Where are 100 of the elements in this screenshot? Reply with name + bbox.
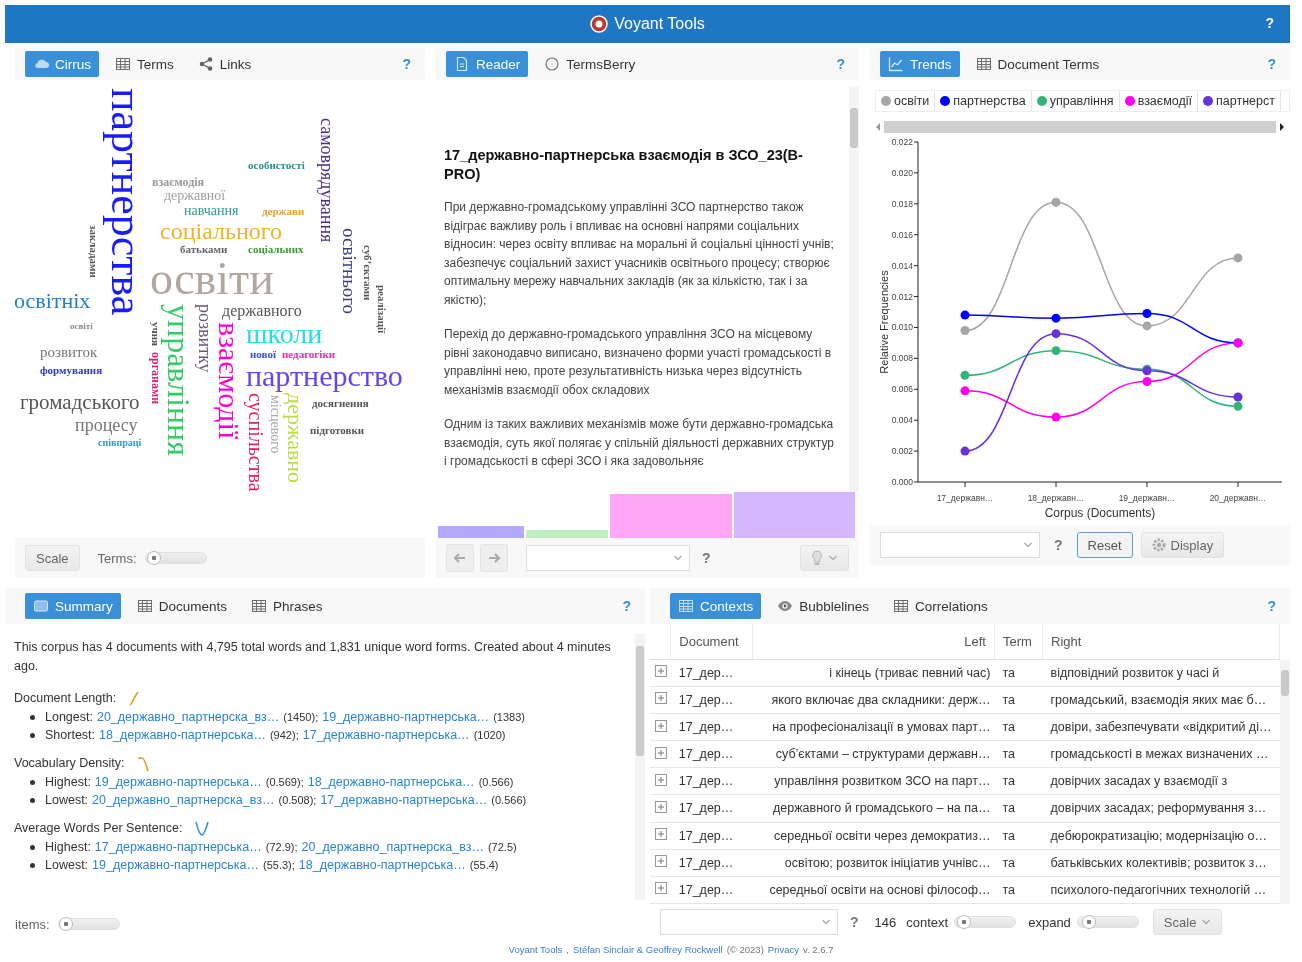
document-link[interactable]: 18_державно-партнерська… bbox=[298, 858, 466, 872]
data-point[interactable] bbox=[960, 446, 970, 456]
cloud-word[interactable]: органами bbox=[150, 352, 162, 405]
cloud-word[interactable]: процесу bbox=[75, 416, 138, 434]
cloud-word[interactable]: партнерства bbox=[104, 88, 148, 316]
search-field[interactable] bbox=[880, 532, 1040, 558]
cloud-word[interactable]: місцевого bbox=[268, 395, 282, 454]
tab[interactable]: Trends bbox=[880, 51, 960, 77]
cloud-word[interactable]: розвитку bbox=[196, 304, 214, 373]
cloud-word[interactable]: державної bbox=[164, 189, 226, 203]
column-header[interactable]: Document bbox=[670, 624, 753, 660]
document-link[interactable]: 17_державно-партнерська… bbox=[94, 840, 262, 854]
scale-button[interactable]: Scale bbox=[1152, 909, 1223, 935]
data-point[interactable] bbox=[1142, 309, 1152, 319]
tab[interactable]: Document Terms bbox=[967, 51, 1108, 77]
help-button[interactable]: ? bbox=[832, 56, 849, 72]
help-button[interactable]: ? bbox=[1259, 14, 1280, 32]
expand-slider[interactable] bbox=[1076, 916, 1139, 928]
document-link[interactable]: 20_державно_партнерска_вз… bbox=[301, 840, 484, 854]
cloud-word[interactable]: освітнього bbox=[340, 228, 359, 315]
column-header[interactable]: Right bbox=[1042, 624, 1280, 660]
help-button[interactable]: ? bbox=[1263, 56, 1280, 72]
slider-thumb[interactable] bbox=[1081, 915, 1096, 929]
next-button[interactable] bbox=[480, 544, 508, 572]
document-link[interactable]: 19_державно-партнерська… bbox=[94, 775, 262, 789]
scrollbar[interactable] bbox=[875, 120, 1285, 134]
cloud-word[interactable]: нової bbox=[250, 349, 276, 360]
scrollbar[interactable] bbox=[849, 86, 859, 492]
column-header[interactable]: Term bbox=[994, 624, 1043, 660]
tab[interactable]: Links bbox=[189, 51, 260, 77]
tab[interactable]: Reader bbox=[446, 51, 529, 77]
context-slider[interactable] bbox=[954, 916, 1017, 928]
search-field[interactable] bbox=[526, 545, 690, 571]
cloud-word[interactable]: учня bbox=[150, 322, 161, 346]
terms-slider[interactable] bbox=[144, 552, 207, 564]
tab[interactable]: TermsBerry bbox=[536, 51, 644, 77]
cloud-word[interactable]: батьками bbox=[180, 244, 228, 255]
data-point[interactable] bbox=[960, 310, 970, 320]
footer-link[interactable]: Privacy bbox=[767, 943, 799, 955]
column-header[interactable]: Left bbox=[752, 624, 995, 660]
help-button[interactable]: ? bbox=[844, 913, 865, 931]
reset-button[interactable]: Reset bbox=[1076, 532, 1133, 558]
previous-button[interactable] bbox=[446, 544, 474, 572]
cloud-word[interactable]: громадського bbox=[20, 392, 140, 413]
document-link[interactable]: 19_державно-партнерська… bbox=[92, 858, 259, 872]
tab[interactable]: Bubblelines bbox=[769, 593, 878, 619]
document-link[interactable]: 17_державно-партнерська… bbox=[302, 728, 470, 742]
cloud-word[interactable]: освіти bbox=[150, 256, 274, 302]
slider-thumb[interactable] bbox=[59, 917, 74, 931]
cloud-word[interactable]: педагогіки bbox=[282, 349, 336, 360]
tab[interactable]: Summary bbox=[25, 593, 121, 619]
tab[interactable]: Cirrus bbox=[25, 51, 99, 77]
data-point[interactable] bbox=[1051, 313, 1061, 323]
cloud-word[interactable]: формування bbox=[40, 365, 103, 376]
cloud-word[interactable]: підготовки bbox=[310, 425, 365, 436]
cloud-word[interactable]: співпраці bbox=[98, 438, 142, 448]
slider-thumb[interactable] bbox=[146, 551, 161, 565]
document-link[interactable]: 18_державно-партнерська… bbox=[307, 775, 475, 789]
cloud-word[interactable]: закладами bbox=[88, 225, 99, 278]
cloud-word[interactable]: самоврядування bbox=[318, 118, 336, 243]
cloud-word[interactable]: державного bbox=[222, 303, 302, 319]
help-button[interactable]: ? bbox=[618, 598, 635, 614]
cloud-word[interactable]: суб’єктами bbox=[362, 245, 373, 301]
hint-button[interactable] bbox=[800, 545, 849, 571]
document-link[interactable]: 19_державно-партнерська… bbox=[322, 710, 490, 724]
help-button[interactable]: ? bbox=[1263, 598, 1280, 614]
data-point[interactable] bbox=[1233, 392, 1243, 402]
cloud-word[interactable]: освітніх bbox=[14, 290, 91, 312]
cloud-word[interactable]: освіті bbox=[70, 322, 93, 331]
cloud-word[interactable]: суспільства bbox=[246, 393, 266, 492]
cloud-word[interactable]: соціальних bbox=[248, 244, 304, 255]
slider-thumb[interactable] bbox=[956, 915, 971, 929]
tab[interactable]: Documents bbox=[128, 593, 236, 619]
scale-button[interactable]: Scale bbox=[25, 545, 80, 571]
document-link[interactable]: 20_державно_партнерска_вз… bbox=[92, 793, 275, 807]
footer-link[interactable]: Stéfan Sinclair & Geoffrey Rockwell bbox=[572, 943, 723, 955]
tab[interactable]: Phrases bbox=[243, 593, 331, 619]
cloud-word[interactable]: реалізації bbox=[376, 285, 387, 334]
cloud-word[interactable]: партнерство bbox=[246, 361, 403, 391]
tab[interactable]: Terms bbox=[107, 51, 182, 77]
cloud-word[interactable]: взаємодія bbox=[152, 176, 205, 188]
document-link[interactable]: 17_державно-партнерська… bbox=[320, 793, 488, 807]
scrollbar[interactable] bbox=[635, 634, 645, 900]
tab[interactable]: Contexts bbox=[670, 593, 762, 619]
help-button[interactable]: ? bbox=[696, 549, 717, 567]
data-point[interactable] bbox=[1142, 366, 1152, 376]
items-slider[interactable] bbox=[57, 918, 120, 930]
footer-link[interactable]: Voyant Tools bbox=[508, 943, 563, 955]
cloud-word[interactable]: взаємодії bbox=[214, 322, 244, 440]
cloud-word[interactable]: розвиток bbox=[40, 345, 98, 360]
tab[interactable]: Correlations bbox=[885, 593, 996, 619]
scrollbar[interactable] bbox=[1280, 660, 1290, 904]
display-button[interactable]: Display bbox=[1140, 532, 1225, 558]
help-button[interactable]: ? bbox=[1048, 536, 1069, 554]
cloud-word[interactable]: особистості bbox=[248, 160, 305, 171]
cloud-word[interactable]: досягнення bbox=[312, 398, 369, 409]
help-button[interactable]: ? bbox=[398, 56, 415, 72]
data-point[interactable] bbox=[1051, 329, 1061, 339]
cloud-word[interactable]: навчання bbox=[184, 204, 239, 218]
search-field[interactable] bbox=[660, 909, 838, 935]
